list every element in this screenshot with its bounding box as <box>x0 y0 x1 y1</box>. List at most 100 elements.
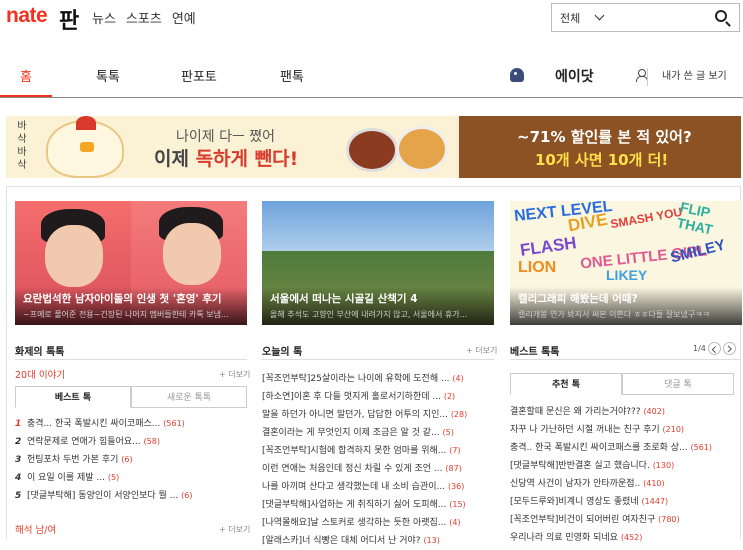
search-scope-select[interactable]: 전체 <box>560 10 580 26</box>
calligraphy-word: FLASH <box>518 233 578 260</box>
list-item[interactable]: 말을 하던가 아니면 말던가, 답답한 어투의 지인... (28) <box>262 406 494 424</box>
list-item[interactable]: 우리나라 의료 민영화 되네요 (452) <box>510 529 740 547</box>
list-item[interactable]: 4 이 요일 이를 제발 ... (5) <box>15 469 247 487</box>
list-item[interactable]: 2 연락문제로 연애가 힘들어요... (58) <box>15 433 247 451</box>
item-text[interactable]: 이 요일 이를 제발 ... <box>27 473 105 483</box>
tab-fantalk[interactable]: 팬톡 <box>280 66 304 85</box>
featured-card-idol[interactable]: 요란법석한 남자아이돌의 인생 첫 '혼영' 후기 ~프메로 풀어준 전용~긴장… <box>15 201 247 325</box>
comment-count: (410) <box>643 479 665 488</box>
item-text[interactable]: [댓글부탁해]사업하는 게 취직하기 싫어 도피해... <box>262 500 446 510</box>
pann-logo[interactable]: 판 <box>59 3 79 35</box>
nate-logo[interactable]: nate <box>6 4 48 28</box>
featured-card-walk[interactable]: 서울에서 떠나는 시골길 산책기 4 올해 추석도 고향인 부산에 내려가지 않… <box>262 201 494 325</box>
item-text[interactable]: 말을 하던가 아니면 말던가, 답답한 어투의 지인... <box>262 410 448 420</box>
tab-toktok[interactable]: 톡톡 <box>96 66 120 85</box>
col2-more-link[interactable]: + 더보기 <box>466 345 497 356</box>
face <box>163 223 221 285</box>
ad-vertical-text: 바삭바삭 <box>17 121 27 171</box>
item-text[interactable]: 우리나라 의료 민영화 되네요 <box>510 533 618 543</box>
item-text[interactable]: 결혼할때 문신은 왜 가리는거야??? <box>510 407 641 417</box>
next-page-icon[interactable] <box>722 342 736 355</box>
eidat-link[interactable]: 에이닷 <box>555 66 594 86</box>
item-text[interactable]: [꼭조언부탁]비건이 되어버린 여자친구 <box>510 515 655 525</box>
item-text[interactable]: [알래스카]너 식빵은 대체 어디서 난 거야? <box>262 536 421 546</box>
my-posts-link[interactable]: 내가 쓴 글 보기 <box>647 68 727 86</box>
list-item[interactable]: [댓글부탁해]사업하는 게 취직하기 싫어 도피해... (15) <box>262 496 494 514</box>
tab-best-talk[interactable]: 베스트 톡 <box>15 386 131 408</box>
rank: 5 <box>15 491 22 501</box>
list-item[interactable]: [하소연]이혼 후 다들 멋지게 홀로서기하한데 ... (2) <box>262 388 494 406</box>
top-header: nate 판 뉴스 스포츠 연예 전체 <box>0 0 743 38</box>
item-text[interactable]: 자꾸 나 가난하던 시절 꺼내는 친구 후기 <box>510 425 660 435</box>
list-item[interactable]: 이런 연애는 처음인데 정신 차릴 수 있게 조언 ... (87) <box>262 460 494 478</box>
tab-pannphoto[interactable]: 판포토 <box>181 66 217 85</box>
chevron-down-icon[interactable] <box>594 10 605 21</box>
item-text[interactable]: 결혼이라는 게 무엇인지 이제 조금은 알 것 같... <box>262 428 440 438</box>
item-text[interactable]: 충격... 한국 폭발시킨 싸이코패스... <box>27 419 160 429</box>
comment-count: (36) <box>447 482 465 491</box>
item-text[interactable]: [댓글부탁해] 동양인이 서양인보다 뭘 ... <box>27 491 178 501</box>
card-title[interactable]: 요란법석한 남자아이돌의 인생 첫 '혼영' 후기 <box>23 291 222 306</box>
list-item[interactable]: 결혼할때 문신은 왜 가리는거야??? (402) <box>510 403 740 421</box>
comment-count: (7) <box>449 446 461 455</box>
item-text[interactable]: 연락문제로 연애가 힘들어요... <box>27 437 141 447</box>
list-item[interactable]: [꼭조언부탁]비건이 되어버린 여자친구 (780) <box>510 511 740 529</box>
item-text[interactable]: 나를 아끼며 산다고 생각했는데 내 소비 습관이... <box>262 482 445 492</box>
col1-subtitle[interactable]: 20대 이야기 <box>15 367 65 381</box>
item-text[interactable]: [나역몰해요]날 스토커로 생각하는 듯한 아랫집... <box>262 518 446 528</box>
top-nav: 뉴스 스포츠 연예 <box>92 8 196 27</box>
list-item[interactable]: 결혼이라는 게 무엇인지 이제 조금은 알 것 같... (5) <box>262 424 494 442</box>
top-nav-sports[interactable]: 스포츠 <box>126 8 162 27</box>
rank: 1 <box>15 419 22 429</box>
search-icon[interactable] <box>715 10 727 22</box>
item-text[interactable]: 이런 연애는 처음인데 정신 차릴 수 있게 조언 ... <box>262 464 443 474</box>
featured-card-calligraphy[interactable]: NEXT LEVEL DIVE SMASH YOU FLIP THAT FLAS… <box>510 201 742 325</box>
tab-new-talk[interactable]: 새로운 톡톡 <box>131 386 247 408</box>
col1-list: 1 충격... 한국 폭발시킨 싸이코패스... (561) 2 연락문제로 연애가… <box>15 415 247 505</box>
rank: 3 <box>15 455 22 465</box>
list-item[interactable]: [댓글부탁해]반반결혼 실고 했습니다. (130) <box>510 457 740 475</box>
tab-comments[interactable]: 댓글 톡 <box>622 373 734 395</box>
list-item[interactable]: 3 헌팅포차 두번 가본 후기 (6) <box>15 451 247 469</box>
list-item[interactable]: 1 충격... 한국 폭발시킨 싸이코패스... (561) <box>15 415 247 433</box>
ad-banner[interactable]: 바삭바삭 나이제 다ㅡ 쪘어 이제 독하게 뺀다! ~71% 할인률 본 적 있… <box>6 116 741 178</box>
col1-next-subtitle[interactable]: 해석 남/여 <box>15 522 56 536</box>
list-item[interactable]: [꼭조언부탁]시험에 합격하지 못한 엄마를 위해... (7) <box>262 442 494 460</box>
col2-title: 오늘의 톡 <box>262 347 303 358</box>
list-item[interactable]: [나역몰해요]날 스토커로 생각하는 듯한 아랫집... (4) <box>262 514 494 532</box>
item-text[interactable]: 헌팅포차 두번 가본 후기 <box>27 455 118 465</box>
rank: 2 <box>15 437 22 447</box>
top-nav-entertainment[interactable]: 연예 <box>172 8 196 27</box>
col1-next-more-link[interactable]: + 더보기 <box>219 524 250 535</box>
top-nav-news[interactable]: 뉴스 <box>92 8 116 27</box>
list-item[interactable]: [알래스카]너 식빵은 대체 어디서 난 거야? (13) <box>262 532 494 550</box>
card-title[interactable]: 캘리그래피 해봤는데 어때? <box>518 291 638 306</box>
ad-banner-left: 바삭바삭 나이제 다ㅡ 쪘어 이제 독하게 뺀다! <box>6 116 456 178</box>
tab-home[interactable]: 홈 <box>20 66 32 85</box>
list-item[interactable]: 5 [댓글부탁해] 동양인이 서양인보다 뭘 ... (6) <box>15 487 247 505</box>
tab-recommended[interactable]: 추천 톡 <box>510 373 622 395</box>
list-item[interactable]: [꼭조언부탁]25살이라는 나이에 유학에 도전해 ... (4) <box>262 370 494 388</box>
item-text[interactable]: [댓글부탁해]반반결혼 실고 했습니다. <box>510 461 650 471</box>
item-text[interactable]: [하소연]이혼 후 다들 멋지게 홀로서기하한데 ... <box>262 392 441 402</box>
item-text[interactable]: 신당역 사건이 남자가 안타까운점.. <box>510 479 640 489</box>
eidat-icon[interactable] <box>510 68 524 82</box>
comment-count: (561) <box>690 443 713 452</box>
list-item[interactable]: 신당역 사건이 남자가 안타까운점.. (410) <box>510 475 740 493</box>
item-text[interactable]: [모두드루와]비계니 영상도 좋렸네 <box>510 497 639 507</box>
col1-more-link[interactable]: + 더보기 <box>219 369 250 380</box>
list-item[interactable]: 나를 아끼며 산다고 생각했는데 내 소비 습관이... (36) <box>262 478 494 496</box>
item-text[interactable]: 충격.. 한국 폭발시킨 싸이코패스를 조로화 상... <box>510 443 688 453</box>
col3-pager: 1/4 <box>693 342 736 355</box>
user-icon[interactable] <box>636 69 648 82</box>
card-title[interactable]: 서울에서 떠나는 시골길 산책기 4 <box>270 291 418 306</box>
ad-headline-2a: 이제 <box>154 148 196 170</box>
search-box[interactable]: 전체 <box>551 3 740 32</box>
card-summary: ~프메로 풀어준 전용~긴장된 나머지 멤버들한테 카톡 보냄... <box>23 310 229 319</box>
item-text[interactable]: [꼭조언부탁]시험에 합격하지 못한 엄마를 위해... <box>262 446 446 456</box>
list-item[interactable]: 자꾸 나 가난하던 시절 꺼내는 친구 후기 (210) <box>510 421 740 439</box>
prev-page-icon[interactable] <box>707 342 721 355</box>
list-item[interactable]: 충격.. 한국 폭발시킨 싸이코패스를 조로화 상... (561) <box>510 439 740 457</box>
list-item[interactable]: [모두드루와]비계니 영상도 좋렸네 (1447) <box>510 493 740 511</box>
item-text[interactable]: [꼭조언부탁]25살이라는 나이에 유학에 도전해 ... <box>262 374 450 384</box>
